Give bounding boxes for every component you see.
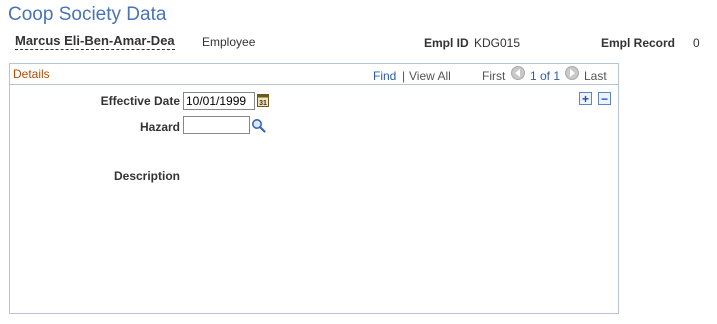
details-title: Details bbox=[13, 67, 50, 81]
details-header: Details Find | View All First 1 of 1 Las… bbox=[10, 64, 618, 85]
details-panel: Details Find | View All First 1 of 1 Las… bbox=[9, 63, 619, 314]
employee-type: Employee bbox=[202, 35, 256, 49]
svg-text:31: 31 bbox=[259, 100, 267, 107]
emplrecord-label: Empl Record bbox=[601, 36, 676, 50]
first-link[interactable]: First bbox=[482, 69, 505, 83]
view-all-link[interactable]: View All bbox=[409, 69, 451, 83]
delete-row-button[interactable]: − bbox=[598, 92, 611, 105]
arrow-right-icon[interactable] bbox=[565, 66, 579, 80]
emplid-value: KDG015 bbox=[474, 36, 521, 50]
effective-date-input[interactable] bbox=[183, 92, 255, 110]
row-counter: 1 of 1 bbox=[530, 69, 561, 83]
last-link[interactable]: Last bbox=[584, 69, 607, 83]
emplid-label: Empl ID bbox=[424, 36, 469, 50]
lookup-icon[interactable] bbox=[251, 118, 266, 133]
effective-date-label: Effective Date bbox=[100, 94, 180, 108]
page-title: Coop Society Data bbox=[8, 4, 167, 25]
hazard-label: Hazard bbox=[139, 120, 180, 134]
header-separator: | bbox=[402, 69, 406, 83]
calendar-icon[interactable]: 31 bbox=[257, 93, 269, 107]
add-row-button[interactable]: + bbox=[579, 92, 592, 105]
arrow-left-icon[interactable] bbox=[511, 66, 525, 80]
find-link[interactable]: Find bbox=[373, 69, 396, 83]
description-label: Description bbox=[113, 169, 180, 183]
hazard-input[interactable] bbox=[183, 116, 250, 134]
emplrecord-value: 0 bbox=[693, 36, 700, 50]
employee-name[interactable]: Marcus Eli-Ben-Amar-Dea bbox=[15, 33, 175, 50]
